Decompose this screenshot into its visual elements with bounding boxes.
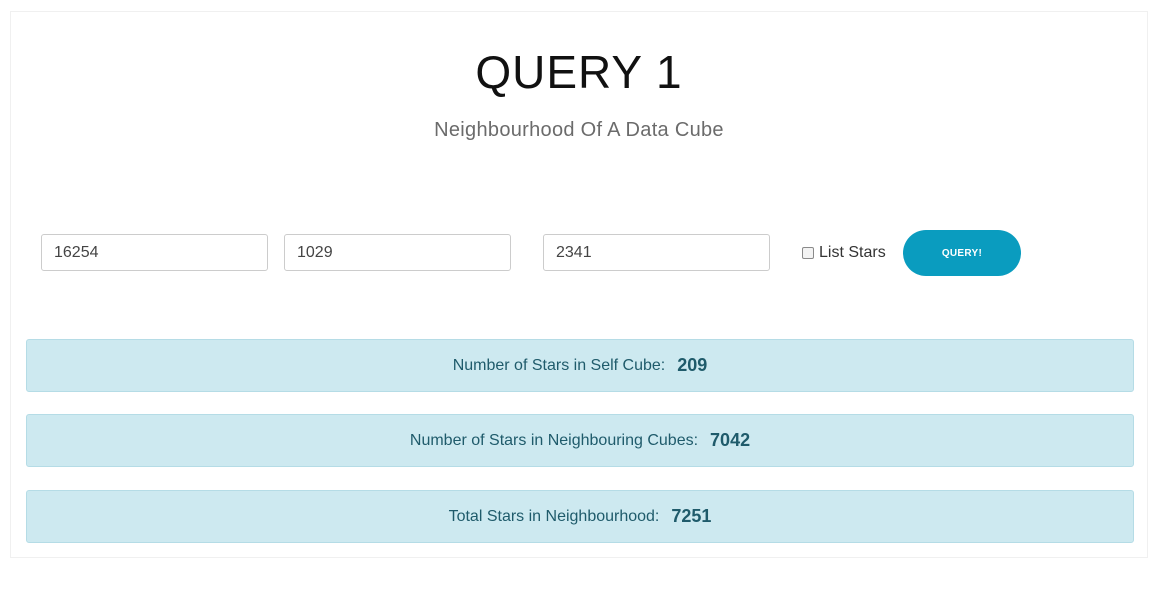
- result-label: Number of Stars in Self Cube:: [452, 356, 666, 374]
- z-coordinate-input[interactable]: [543, 234, 770, 271]
- result-value: 209: [677, 355, 708, 375]
- query-button[interactable]: QUERY!: [903, 230, 1021, 276]
- query-card: QUERY 1 Neighbourhood Of A Data Cube Lis…: [10, 11, 1148, 558]
- list-stars-checkbox[interactable]: [802, 247, 814, 259]
- y-coordinate-input[interactable]: [284, 234, 511, 271]
- result-label: Number of Stars in Neighbouring Cubes:: [409, 431, 699, 449]
- result-total-neighbourhood: Total Stars in Neighbourhood: 7251: [26, 490, 1134, 543]
- list-stars-label: List Stars: [819, 244, 886, 261]
- result-neighbouring-cubes: Number of Stars in Neighbouring Cubes: 7…: [26, 414, 1134, 467]
- result-value: 7042: [710, 430, 751, 450]
- list-stars-toggle[interactable]: List Stars: [802, 242, 886, 264]
- page-subtitle: Neighbourhood Of A Data Cube: [434, 119, 724, 141]
- result-value: 7251: [671, 506, 712, 526]
- page-title: QUERY 1: [475, 46, 683, 98]
- x-coordinate-input[interactable]: [41, 234, 268, 271]
- result-self-cube: Number of Stars in Self Cube: 209: [26, 339, 1134, 392]
- result-label: Total Stars in Neighbourhood:: [448, 507, 660, 525]
